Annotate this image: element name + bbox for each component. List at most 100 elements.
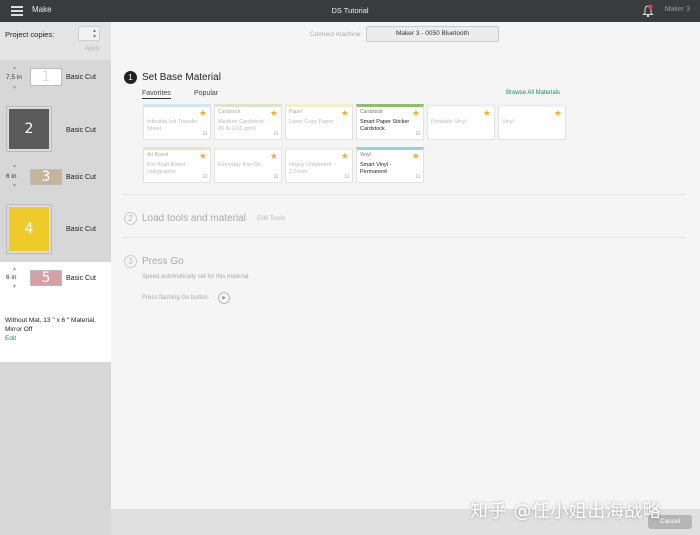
step-1-title: Set Base Material [142,72,221,83]
material-category: Vinyl [360,152,371,158]
material-card[interactable]: Vinyl ★ [498,104,566,140]
mat-arrow-icon: ▲ [12,65,17,71]
material-info-icon: ⊡ [415,174,420,180]
speed-note: Speed automatically set for this materia… [142,274,251,280]
material-card[interactable]: Vinyl Smart Vinyl - Permanent ★ ⊡ [356,147,424,183]
mat-size: 6 in [6,173,17,180]
material-category: Paper [289,109,303,115]
main-panel: Connect machine Maker 3 - 0050 Bluetooth… [111,22,700,509]
material-card[interactable]: Cardstock Medium Cardstock - 80 lb (216 g… [214,104,282,140]
play-icon[interactable]: ▶ [218,292,230,304]
material-category: Cardstock [360,109,383,115]
press-go-note: Press flashing Go button. [142,295,210,301]
mat-cut-label: Basic Cut [66,226,96,233]
mat-arrow-icon: ▼ [12,284,17,290]
step-1-number: 1 [124,71,137,84]
mat-row[interactable]: ▲ 7.5 in ▼ 1 Basic Cut [0,60,111,102]
mat-row[interactable]: 4 Basic Cut [0,200,111,258]
material-category: Cardstock [218,109,241,115]
mat-arrow-icon: ▲ [12,266,17,272]
project-copies-stepper[interactable]: ▲ ▼ [78,26,100,41]
project-copies-label: Project copies: [5,30,55,39]
material-name: Infusible Ink Transfer Sheet [147,119,199,132]
mat-number: 3 [41,169,51,185]
step-2-title: Load tools and material [142,213,246,224]
mat-arrow-icon: ▲ [12,163,17,169]
material-info-icon: ⊡ [273,131,278,137]
material-name: Smart Paper Sticker Cardstock [360,119,410,132]
connect-machine-select[interactable]: Maker 3 - 0050 Bluetooth [366,26,499,42]
mat-size: 7.5 in [6,74,22,81]
material-category: Art Board [147,152,169,158]
mat-cut-label: Basic Cut [66,174,96,181]
step-3-title: Press Go [142,256,184,267]
sidebar: Project copies: ▲ ▼ Apply ▲ 7.5 in ▼ 1 B… [0,22,111,535]
mat-size: 6 in [6,274,17,281]
step-3-number: 3 [124,255,137,268]
favorite-star-icon[interactable]: ★ [199,151,207,162]
mat-row-selected[interactable]: ▲ 6 in ▼ 5 Basic Cut [0,262,111,362]
divider [123,237,685,238]
mat-thumbnail[interactable]: 5 [30,270,62,286]
step-2-number: 2 [124,212,137,225]
material-name: Smart Vinyl - Permanent [360,162,392,175]
document-title: DS Tutorial [331,6,369,15]
edit-tools-link[interactable]: Edit Tools [257,215,285,222]
watermark-text: 知乎 @任小姐出海战略 [470,501,662,522]
favorite-star-icon[interactable]: ★ [341,151,349,162]
material-name: Everyday Iron-On [218,162,262,168]
material-name: Vinyl [502,119,514,125]
mat-thumbnail[interactable]: 4 [6,204,52,254]
apply-copies-button[interactable]: Apply [85,46,100,52]
mat-list: ▲ 7.5 in ▼ 1 Basic Cut 2 Basic Cut ▲ 6 i… [0,60,111,362]
favorite-star-icon[interactable]: ★ [412,108,420,119]
material-name: Heavy Chipboard - 2.0 mm [289,162,335,175]
material-name: Medium Cardstock - 80 lb (216 gsm) [218,119,268,132]
mat-row[interactable]: ▲ 6 in ▼ 3 Basic Cut [0,158,111,200]
mat-number: 1 [41,69,51,85]
tab-popular[interactable]: Popular [194,90,218,97]
material-card[interactable]: Infusible Ink Transfer Sheet ★ ⊡ [143,104,211,140]
bell-icon[interactable] [642,4,654,18]
material-info-icon: ⊡ [202,131,207,137]
material-info-icon: ⊡ [415,131,420,137]
mat-thumbnail[interactable]: 1 [30,68,62,86]
material-name: Foil Kraft Board - Holographic [147,162,189,175]
favorite-star-icon[interactable]: ★ [270,108,278,119]
favorite-star-icon[interactable]: ★ [554,108,562,119]
mat-number: 5 [41,270,51,286]
top-bar: Make DS Tutorial Maker 3 [0,0,700,22]
favorite-star-icon[interactable]: ★ [270,151,278,162]
favorite-star-icon[interactable]: ★ [483,108,491,119]
material-card[interactable]: Everyday Iron-On ★ ⊡ [214,147,282,183]
mat-number: 2 [24,121,34,137]
material-card[interactable]: Heavy Chipboard - 2.0 mm ★ ⊡ [285,147,353,183]
browse-all-materials-link[interactable]: Browse All Materials [506,90,560,96]
mat-thumbnail[interactable]: 3 [30,169,62,185]
material-card[interactable]: Paper Laser Copy Paper ★ [285,104,353,140]
material-name: Printable Vinyl [431,119,467,125]
project-copies-panel: Project copies: ▲ ▼ Apply [0,22,111,60]
material-card[interactable]: Art Board Foil Kraft Board - Holographic ★… [143,147,211,183]
tab-favorites[interactable]: Favorites [142,90,171,99]
divider [123,194,685,195]
mat-edit-link[interactable]: Edit [5,335,16,342]
mat-arrow-icon: ▼ [12,85,17,91]
mat-number: 4 [24,221,34,237]
favorite-star-icon[interactable]: ★ [199,108,207,119]
mat-row[interactable]: 2 Basic Cut [0,102,111,158]
stepper-down-icon[interactable]: ▼ [92,34,97,40]
mat-thumbnail[interactable]: 2 [6,106,52,152]
user-name[interactable]: Maker 3 [665,6,690,13]
mat-cut-label: Basic Cut [66,127,96,134]
material-info-icon: ⊡ [273,174,278,180]
material-info-icon: ⊡ [344,174,349,180]
material-card[interactable]: Printable Vinyl ★ [427,104,495,140]
mat-settings-note: Without Mat, 13 " x 6 " Material, Mirror… [5,317,96,333]
favorite-star-icon[interactable]: ★ [341,108,349,119]
material-name: Laser Copy Paper [289,119,334,125]
mat-cut-label: Basic Cut [66,275,96,282]
mat-arrow-icon: ▼ [12,183,17,189]
material-card[interactable]: Cardstock Smart Paper Sticker Cardstock ★ ⊡ [356,104,424,140]
favorite-star-icon[interactable]: ★ [412,151,420,162]
